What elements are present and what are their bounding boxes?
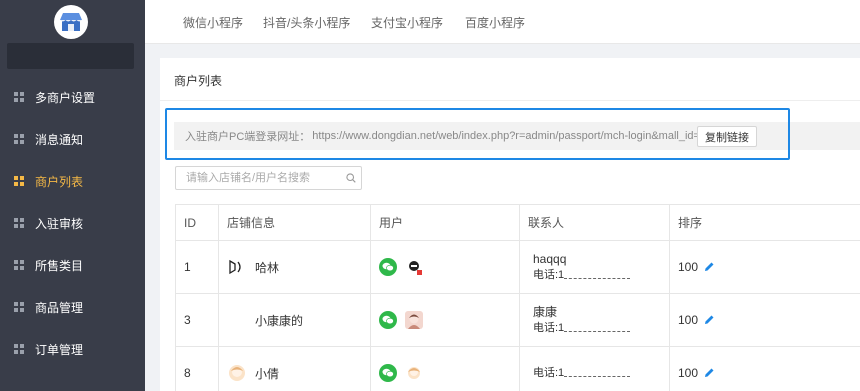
contact-phone-label: 电话:1 <box>533 367 565 379</box>
sidebar-item-label: 订单管理 <box>35 342 84 357</box>
edit-icon[interactable] <box>703 261 715 273</box>
header-sort: 排序 <box>678 216 703 230</box>
grid-icon <box>14 92 24 102</box>
table-row: 1 哈林 haqqq 电话:1 100 <box>176 241 860 294</box>
grid-icon <box>14 218 24 228</box>
masked-phone <box>564 271 631 280</box>
edit-icon[interactable] <box>703 314 715 326</box>
grid-icon <box>14 176 24 186</box>
store-logo-icon <box>229 259 241 275</box>
user-avatar <box>405 364 423 382</box>
table-row: 3 小康康的 康康 电话:1 100 <box>176 294 860 347</box>
store-logo-icon <box>227 310 247 330</box>
sidebar-search-box[interactable] <box>7 43 134 69</box>
table-row: 8 小倩 电话:1 100 <box>176 347 860 391</box>
masked-phone <box>564 369 631 378</box>
sidebar-menu: 多商户设置 消息通知 商户列表 入驻审核 所售类目 商品管理 订单管理 <box>0 76 145 370</box>
sidebar-item-orders[interactable]: 订单管理 <box>0 328 145 370</box>
contact-phone-label: 电话:1 <box>533 322 565 334</box>
store-search <box>175 166 362 190</box>
platform-tabs-bar: 微信小程序 抖音/头条小程序 支付宝小程序 百度小程序 <box>145 0 860 44</box>
row-id: 1 <box>176 241 219 293</box>
grid-icon <box>14 134 24 144</box>
contact-cell: haqqq 电话:1 <box>520 241 670 293</box>
sort-cell: 100 <box>670 347 860 391</box>
store-name: 哈林 <box>255 260 280 275</box>
contact-phone-label: 电话:1 <box>533 269 565 281</box>
contact-cell: 电话:1 <box>520 347 670 391</box>
header-user: 用户 <box>371 205 520 240</box>
header-store: 店铺信息 <box>219 205 371 240</box>
sidebar: 多商户设置 消息通知 商户列表 入驻审核 所售类目 商品管理 订单管理 <box>0 0 145 391</box>
wechat-icon <box>379 258 397 276</box>
sidebar-item-notifications[interactable]: 消息通知 <box>0 118 145 160</box>
wechat-icon <box>379 311 397 329</box>
sidebar-item-label: 多商户设置 <box>35 90 96 105</box>
user-avatar <box>405 311 423 329</box>
store-logo-icon[interactable] <box>54 5 88 39</box>
user-cell <box>371 241 520 293</box>
user-avatar <box>405 258 423 276</box>
store-info-cell: 小康康的 <box>219 294 371 346</box>
contact-cell: 康康 电话:1 <box>520 294 670 346</box>
sort-value: 100 <box>678 260 699 274</box>
sort-value: 100 <box>678 366 699 380</box>
row-id: 3 <box>176 294 219 346</box>
contact-name: haqqq <box>533 252 567 266</box>
merchant-list-panel: 商户列表 入驻商户PC端登录网址： https://www.dongdian.n… <box>160 58 860 391</box>
page-title: 商户列表 <box>174 74 223 88</box>
store-name: 小倩 <box>255 366 280 381</box>
store-search-input[interactable] <box>186 170 336 186</box>
wechat-icon <box>379 364 397 382</box>
sidebar-item-label: 所售类目 <box>35 258 84 273</box>
grid-icon <box>14 302 24 312</box>
header-contact: 联系人 <box>520 205 670 240</box>
sidebar-item-products[interactable]: 商品管理 <box>0 286 145 328</box>
divider <box>160 100 860 101</box>
sidebar-item-review[interactable]: 入驻审核 <box>0 202 145 244</box>
store-name: 小康康的 <box>255 313 304 328</box>
masked-phone <box>564 324 631 333</box>
store-info-cell: 小倩 <box>219 347 371 391</box>
sidebar-item-label: 消息通知 <box>35 132 84 147</box>
header-id: ID <box>176 205 219 240</box>
tab-wechat-miniprogram[interactable]: 微信小程序 <box>183 14 243 31</box>
tab-alipay-miniprogram[interactable]: 支付宝小程序 <box>371 14 443 31</box>
merchant-table: ID 店铺信息 用户 联系人 排序 1 哈林 haqqq 电话:1 100 3 … <box>175 204 860 391</box>
sidebar-item-label: 商品管理 <box>35 300 84 315</box>
store-logo-icon <box>229 365 245 381</box>
grid-icon <box>14 344 24 354</box>
grid-icon <box>14 260 24 270</box>
contact-name: 康康 <box>533 305 558 319</box>
tab-baidu-miniprogram[interactable]: 百度小程序 <box>465 14 525 31</box>
sidebar-item-merchant-list[interactable]: 商户列表 <box>0 160 145 202</box>
highlight-frame <box>165 108 790 160</box>
edit-icon[interactable] <box>703 367 715 379</box>
sidebar-item-label: 入驻审核 <box>35 216 84 231</box>
user-cell <box>371 294 520 346</box>
table-header-row: ID 店铺信息 用户 联系人 排序 <box>176 205 860 241</box>
sort-value: 100 <box>678 313 699 327</box>
user-cell <box>371 347 520 391</box>
sort-cell: 100 <box>670 241 860 293</box>
sidebar-item-categories[interactable]: 所售类目 <box>0 244 145 286</box>
sidebar-item-label: 商户列表 <box>35 174 84 189</box>
tab-douyin-miniprogram[interactable]: 抖音/头条小程序 <box>263 14 350 31</box>
store-info-cell: 哈林 <box>219 241 371 293</box>
sort-cell: 100 <box>670 294 860 346</box>
search-icon[interactable] <box>346 173 356 183</box>
sidebar-item-merchant-settings[interactable]: 多商户设置 <box>0 76 145 118</box>
row-id: 8 <box>176 347 219 391</box>
shop-icon <box>60 13 82 31</box>
